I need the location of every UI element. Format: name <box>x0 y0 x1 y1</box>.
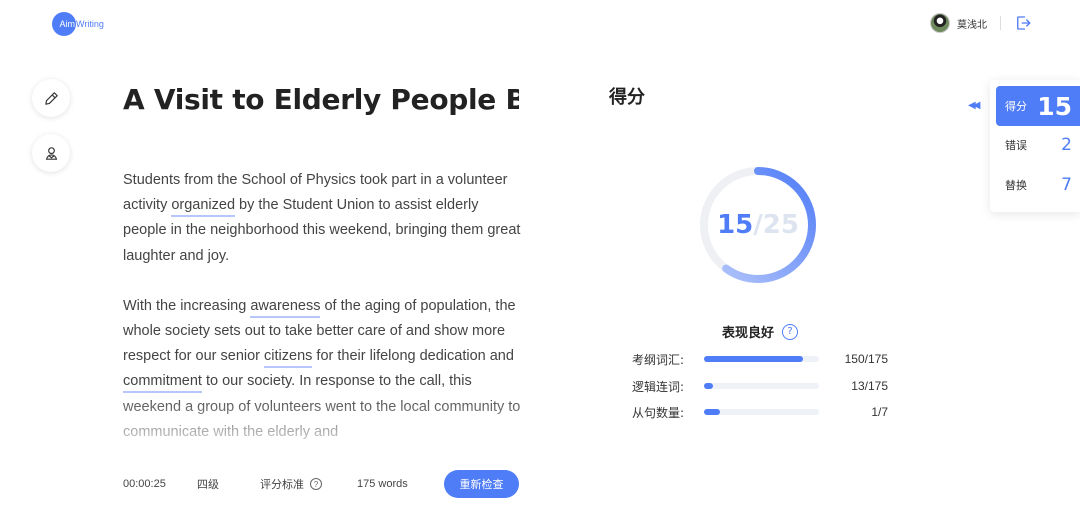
username[interactable]: 莫浅北 <box>957 16 987 31</box>
metric-row: 从句数量: 1/7 <box>632 403 888 421</box>
essay-title: A Visit to Elderly People Bringing Them … <box>123 83 519 116</box>
metric-progress-bar <box>704 356 819 362</box>
avatar[interactable] <box>930 13 950 33</box>
question-icon[interactable]: ? <box>310 478 322 490</box>
user-menu: 莫浅北 <box>930 13 1032 33</box>
metric-progress-bar <box>704 383 819 389</box>
highlighted-word[interactable]: awareness <box>250 297 321 318</box>
score-text: 15/25 <box>698 165 818 285</box>
metric-progress-fill <box>704 409 721 415</box>
metric-label: 逻辑连词: <box>632 379 685 394</box>
logout-icon[interactable] <box>1014 14 1032 32</box>
highlighted-word[interactable]: commitment <box>123 373 202 394</box>
performance-summary: 表现良好 ? <box>722 322 799 341</box>
exam-level: 四级 <box>197 479 219 491</box>
side-tab-label: 错误 <box>1005 139 1027 152</box>
side-tab-count: 15 <box>1037 91 1072 121</box>
side-tab-score[interactable]: 得分 15 <box>996 86 1080 126</box>
user-icon <box>45 146 57 160</box>
score-heading: 得分 <box>609 87 645 108</box>
score-separator: / <box>753 210 763 240</box>
score-ring: 15/25 <box>698 165 818 285</box>
collapse-arrows-icon[interactable]: ◀◀ <box>968 100 981 111</box>
side-tab-label: 得分 <box>1005 100 1027 113</box>
side-tab-errors[interactable]: 错误 2 <box>996 125 1080 165</box>
score-value: 15 <box>717 210 754 240</box>
logo-circle: Aim <box>52 12 76 36</box>
essay-text: With the increasing <box>123 297 251 314</box>
metric-progress-fill <box>704 356 803 362</box>
side-tab-label: 替换 <box>1005 179 1027 192</box>
metric-value: 150/175 <box>844 352 888 366</box>
profile-button[interactable] <box>32 134 70 172</box>
highlighted-word[interactable]: citizens <box>264 348 313 369</box>
metric-row: 考纲词汇: 150/175 <box>632 350 888 368</box>
logo-text: Writing <box>76 19 104 29</box>
essay-paragraph: Students from the School of Physics took… <box>123 168 523 269</box>
metric-progress-bar <box>704 409 819 415</box>
help-icon[interactable]: ? <box>782 323 799 340</box>
essay-text: for their lifelong dedication and <box>312 348 514 365</box>
word-count: 175 words <box>357 478 408 490</box>
metric-label: 考纲词汇: <box>632 352 685 367</box>
side-tab-replacements[interactable]: 替换 7 <box>996 165 1080 205</box>
metric-row: 逻辑连词: 13/175 <box>632 377 888 395</box>
metric-progress-fill <box>704 383 713 389</box>
essay-body[interactable]: Students from the School of Physics took… <box>123 168 523 448</box>
side-tab-count: 2 <box>1061 135 1072 155</box>
scoring-standard-link[interactable]: 评分标准 ? <box>260 476 357 492</box>
metric-value: 13/175 <box>851 379 888 393</box>
elapsed-time: 00:00:25 <box>123 478 166 490</box>
side-tabs-panel: 得分 15 错误 2 替换 7 <box>990 80 1080 212</box>
header-divider <box>1000 16 1001 30</box>
essay-footer: 00:00:25 四级 评分标准 ? 175 words 重新检查 <box>123 470 519 498</box>
edit-button[interactable] <box>32 79 70 117</box>
pencil-icon <box>44 91 58 105</box>
app-logo[interactable]: Aim Writing <box>52 12 104 36</box>
scoring-standard-label: 评分标准 <box>260 479 304 491</box>
highlighted-word[interactable]: organized <box>171 197 236 218</box>
metric-value: 1/7 <box>871 405 888 419</box>
metric-label: 从句数量: <box>632 405 685 420</box>
essay-paragraph: With the increasing awareness of the agi… <box>123 294 523 445</box>
score-total: 25 <box>762 210 799 240</box>
recheck-button[interactable]: 重新检查 <box>444 470 519 498</box>
performance-label: 表现良好 <box>722 326 775 341</box>
side-tab-count: 7 <box>1061 175 1072 195</box>
